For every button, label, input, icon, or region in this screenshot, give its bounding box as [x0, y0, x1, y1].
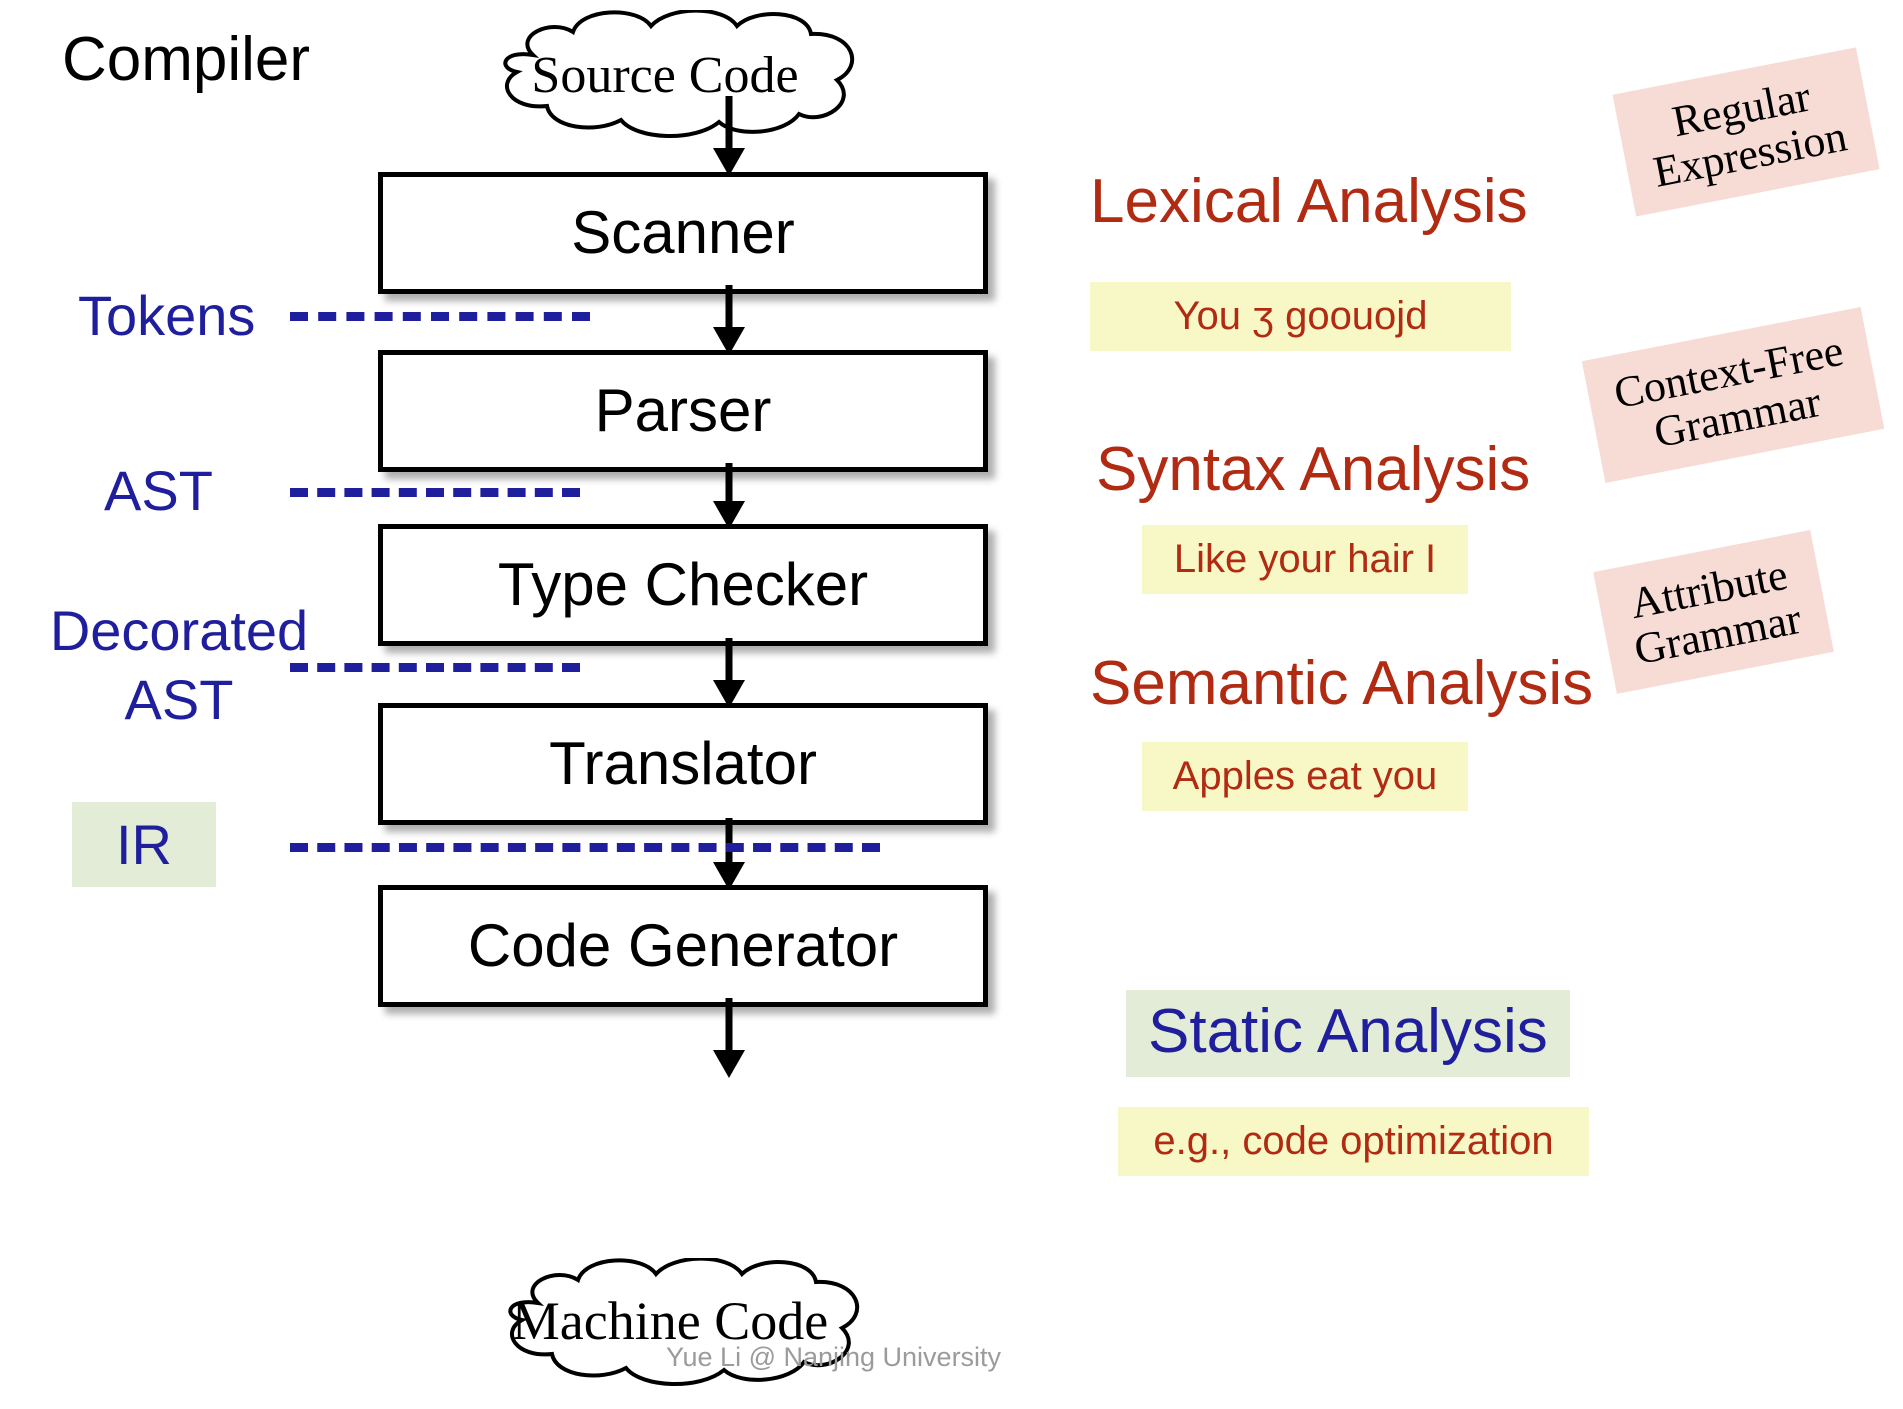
formalism-tag-attribute-grammar: Attribute Grammar	[1593, 530, 1834, 694]
stage-label-code-generator: Code Generator	[467, 912, 899, 979]
arrow-scanner-to-parser	[709, 285, 749, 357]
arrow-type-checker-to-translator	[709, 638, 749, 710]
attribution-text: Yue Li @ Nanjing University	[666, 1342, 1002, 1372]
phase-example-static: e.g., code optimization	[1118, 1107, 1589, 1176]
decorated-ast-line-2: AST	[124, 668, 234, 731]
stage-label-translator: Translator	[549, 730, 817, 797]
divider-ir	[290, 843, 880, 852]
arrow-parser-to-type-checker	[709, 463, 749, 531]
phase-example-semantic: Apples eat you	[1142, 742, 1468, 811]
stage-label-parser: Parser	[594, 377, 772, 444]
stage-box-code-generator[interactable]: Code Generator	[378, 885, 988, 1007]
formalism-tag-context-free-grammar: Context-Free Grammar	[1581, 307, 1885, 483]
divider-decorated-ast	[290, 663, 580, 672]
arrow-translator-to-code-generator	[709, 818, 749, 892]
formalism-tag-regular-expression: Regular Expression	[1612, 47, 1880, 216]
stage-label-scanner: Scanner	[571, 199, 795, 266]
intermediate-label-ast: AST	[104, 459, 213, 522]
page-title: Compiler	[62, 25, 311, 94]
decorated-ast-line-1: Decorated	[49, 599, 309, 662]
source-code-label: Source Code	[531, 47, 799, 104]
phase-example-lexical: You ʒ goouojd	[1090, 282, 1511, 351]
intermediate-label-decorated-ast: Decorated AST	[34, 598, 324, 731]
stage-box-translator[interactable]: Translator	[378, 703, 988, 825]
arrow-source-to-scanner	[709, 96, 749, 178]
source-code-cloud: Source Code	[455, 10, 875, 140]
stage-box-scanner[interactable]: Scanner	[378, 172, 988, 294]
phase-heading-semantic: Semantic Analysis	[1090, 649, 1594, 718]
intermediate-label-tokens: Tokens	[78, 284, 256, 347]
phase-heading-static: Static Analysis	[1126, 990, 1570, 1077]
stage-box-parser[interactable]: Parser	[378, 350, 988, 472]
phase-heading-syntax: Syntax Analysis	[1096, 435, 1531, 504]
phase-example-syntax: Like your hair I	[1142, 525, 1468, 594]
intermediate-label-ir: IR	[72, 802, 216, 887]
stage-label-type-checker: Type Checker	[497, 551, 869, 618]
phase-heading-lexical: Lexical Analysis	[1090, 167, 1528, 236]
divider-tokens	[290, 312, 590, 321]
stage-box-type-checker[interactable]: Type Checker	[378, 524, 988, 646]
arrow-code-generator-to-machine-code	[709, 998, 749, 1080]
divider-ast	[290, 488, 580, 497]
